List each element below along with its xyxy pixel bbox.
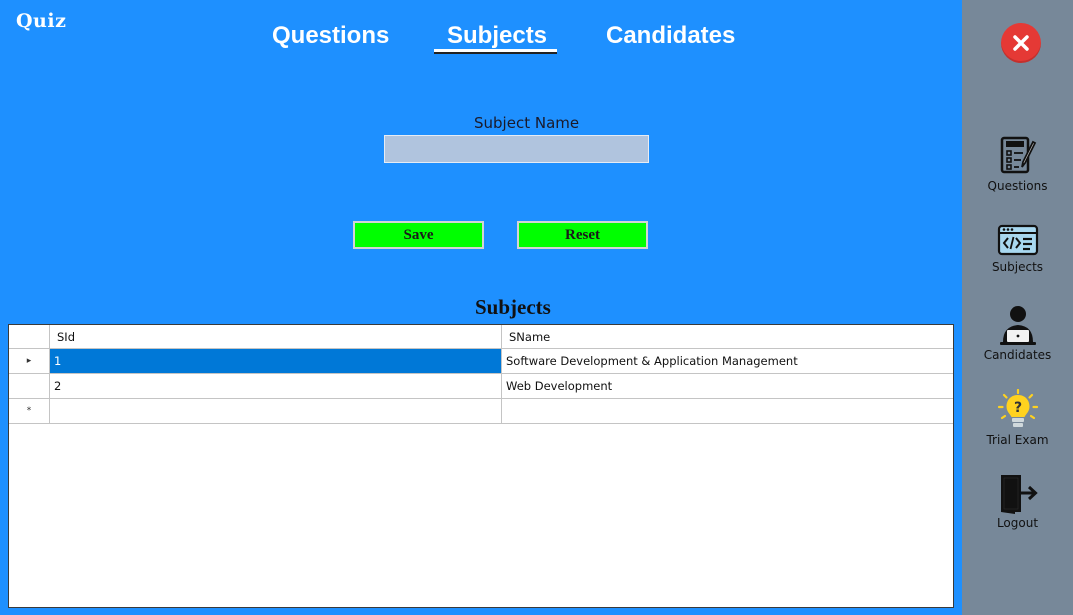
reset-button[interactable]: Reset [517,221,648,249]
logout-door-icon [1000,475,1038,514]
subject-name-input[interactable] [384,135,649,163]
close-icon [1013,35,1029,51]
test-paper-icon [1000,136,1036,174]
svg-text:?: ? [1013,400,1021,416]
sidebar-label-candidates: Candidates [983,348,1052,362]
cell-sname[interactable]: Software Development & Application Manag… [502,349,953,374]
sidebar-item-questions[interactable]: Questions [962,135,1073,193]
new-row-marker[interactable]: * [9,399,50,424]
tab-candidates[interactable]: Candidates [606,22,735,50]
sidebar-label-logout: Logout [996,516,1039,530]
sidebar-label-subjects: Subjects [991,260,1044,274]
column-header-sid[interactable]: SId [50,325,502,349]
sidebar-item-trial-exam[interactable]: ? Trial Exam [962,389,1073,447]
row-selector-marker[interactable]: ▸ [9,349,50,374]
cell-sid[interactable]: 1 [50,349,502,374]
cell-sid[interactable]: 2 [50,374,502,399]
sidebar-item-candidates[interactable]: Candidates [962,304,1073,362]
row-selector-marker[interactable] [9,374,50,399]
tab-questions[interactable]: Questions [272,22,389,50]
cell-sid[interactable] [50,399,502,424]
sidebar-label-trial-exam: Trial Exam [986,433,1049,447]
active-tab-underline [434,49,557,54]
code-window-icon [997,224,1038,256]
lightbulb-question-icon: ? [997,389,1038,427]
new-row[interactable]: * [9,399,953,424]
table-row[interactable]: 2 Web Development [9,374,953,399]
sidebar-item-subjects[interactable]: Subjects [962,224,1073,274]
app-logo: Quiz [16,10,67,32]
save-button[interactable]: Save [353,221,484,249]
user-laptop-icon [999,306,1036,345]
sidebar-label-questions: Questions [987,179,1048,193]
table-row[interactable]: ▸ 1 Software Development & Application M… [9,349,953,374]
subject-name-label: Subject Name [474,114,580,132]
sidebar-item-logout[interactable]: Logout [962,472,1073,530]
cell-sname[interactable]: Web Development [502,374,953,399]
column-header-sname[interactable]: SName [502,325,953,349]
grid-title: Subjects [475,295,551,319]
main-panel: Quiz Questions Subjects Candidates Subje… [0,0,962,615]
row-header-corner[interactable] [9,325,50,349]
subjects-grid[interactable]: SId SName ▸ 1 Software Development & App… [8,324,954,608]
grid-header-row: SId SName [9,325,953,349]
tab-subjects[interactable]: Subjects [447,22,547,50]
cell-sname[interactable] [502,399,953,424]
close-button[interactable] [1001,23,1041,63]
